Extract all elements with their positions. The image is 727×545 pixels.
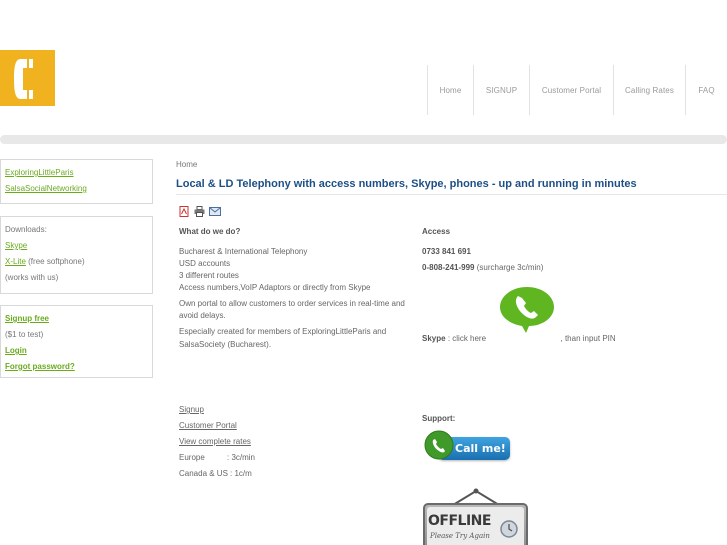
email-icon[interactable] — [209, 207, 221, 216]
rate-region: Canada & US — [179, 469, 228, 478]
nav-calling-rates[interactable]: Calling Rates — [613, 65, 685, 115]
nav-customer-portal[interactable]: Customer Portal — [529, 65, 613, 115]
pdf-icon[interactable] — [179, 206, 189, 217]
access-number-row: 0-808-241-999 (surcharge 3c/min) — [422, 263, 543, 272]
signup-note: ($1 to test) — [5, 330, 44, 339]
what-line: 3 different routes — [179, 271, 239, 280]
forgot-password-link[interactable]: Forgot password? — [5, 362, 75, 371]
download-skype-link[interactable]: Skype — [5, 241, 27, 250]
breadcrumb[interactable]: Home — [176, 160, 197, 169]
call-me-label: Call me! — [455, 442, 506, 455]
nav-home[interactable]: Home — [427, 65, 473, 115]
portal-text: avoid delays. — [179, 311, 226, 320]
what-line: Access numbers,VoIP Adaptors or directly… — [179, 283, 371, 292]
xlite-note: (free softphone) — [28, 257, 85, 266]
download-xlite-row: X-Lite (free softphone) — [5, 257, 85, 266]
nav-faq[interactable]: FAQ — [685, 65, 727, 115]
what-heading: What do we do? — [179, 227, 241, 236]
sidebar-account-box: Signup free ($1 to test) Login Forgot pa… — [0, 305, 153, 378]
phone-handset-icon — [14, 59, 33, 99]
access-number: 0733 841 691 — [422, 247, 471, 256]
skype-text: , than input PIN — [560, 334, 616, 343]
main-nav: Home SIGNUP Customer Portal Calling Rate… — [427, 65, 727, 115]
works-note: (works with us) — [5, 273, 59, 282]
access-heading: Access — [422, 227, 451, 236]
offline-label: OFFLINE — [428, 513, 491, 529]
view-rates-link[interactable]: View complete rates — [179, 437, 251, 446]
phone-icon — [424, 430, 454, 460]
offline-sub: Please Try Again — [430, 532, 490, 540]
header-divider-bar — [0, 135, 727, 144]
rate-price: : 3c/min — [227, 453, 256, 462]
signup-link[interactable]: Signup — [179, 405, 204, 414]
what-line: USD accounts — [179, 259, 231, 268]
sidebar-links-box: ExploringLittleParis SalsaSocialNetworki… — [0, 159, 153, 204]
special-text: Especially created for members of Explor… — [179, 327, 387, 336]
site-logo[interactable] — [0, 50, 55, 106]
skype-label: Skype — [422, 334, 446, 343]
download-xlite-link[interactable]: X-Lite — [5, 257, 26, 266]
skype-call-icon[interactable] — [499, 285, 555, 335]
special-text: SalsaSociety (Bucharest). — [179, 340, 272, 349]
sidebar-link-exploringlittleparis[interactable]: ExploringLittleParis — [5, 168, 73, 177]
signup-free-link[interactable]: Signup free — [5, 314, 49, 323]
sidebar-downloads-box: Downloads: Skype X-Lite (free softphone)… — [0, 216, 153, 294]
login-link[interactable]: Login — [5, 346, 27, 355]
downloads-heading: Downloads: — [5, 225, 47, 234]
support-heading: Support: — [422, 414, 456, 423]
access-surcharge: (surcharge 3c/min) — [476, 263, 544, 272]
customer-portal-link[interactable]: Customer Portal — [179, 421, 237, 430]
access-number: 0-808-241-999 — [422, 263, 475, 272]
sidebar-link-salsasocialnetworking[interactable]: SalsaSocialNetworking — [5, 184, 87, 193]
title-divider — [176, 194, 727, 195]
skype-row: Skype : click here , than input PIN — [422, 334, 616, 343]
page-title: Local & LD Telephony with access numbers… — [176, 178, 637, 190]
skype-text: : click here — [447, 334, 487, 343]
rate-price: : 1c/m — [230, 469, 252, 478]
print-icon[interactable] — [194, 206, 205, 217]
call-me-button[interactable]: Call me! — [424, 430, 511, 463]
nav-signup[interactable]: SIGNUP — [473, 65, 529, 115]
offline-sign: OFFLINE Please Try Again — [422, 488, 529, 545]
portal-text: Own portal to allow customers to order s… — [179, 299, 405, 308]
what-line: Bucharest & International Telephony — [179, 247, 308, 256]
rate-region: Europe — [179, 453, 205, 462]
clock-icon — [500, 520, 518, 538]
